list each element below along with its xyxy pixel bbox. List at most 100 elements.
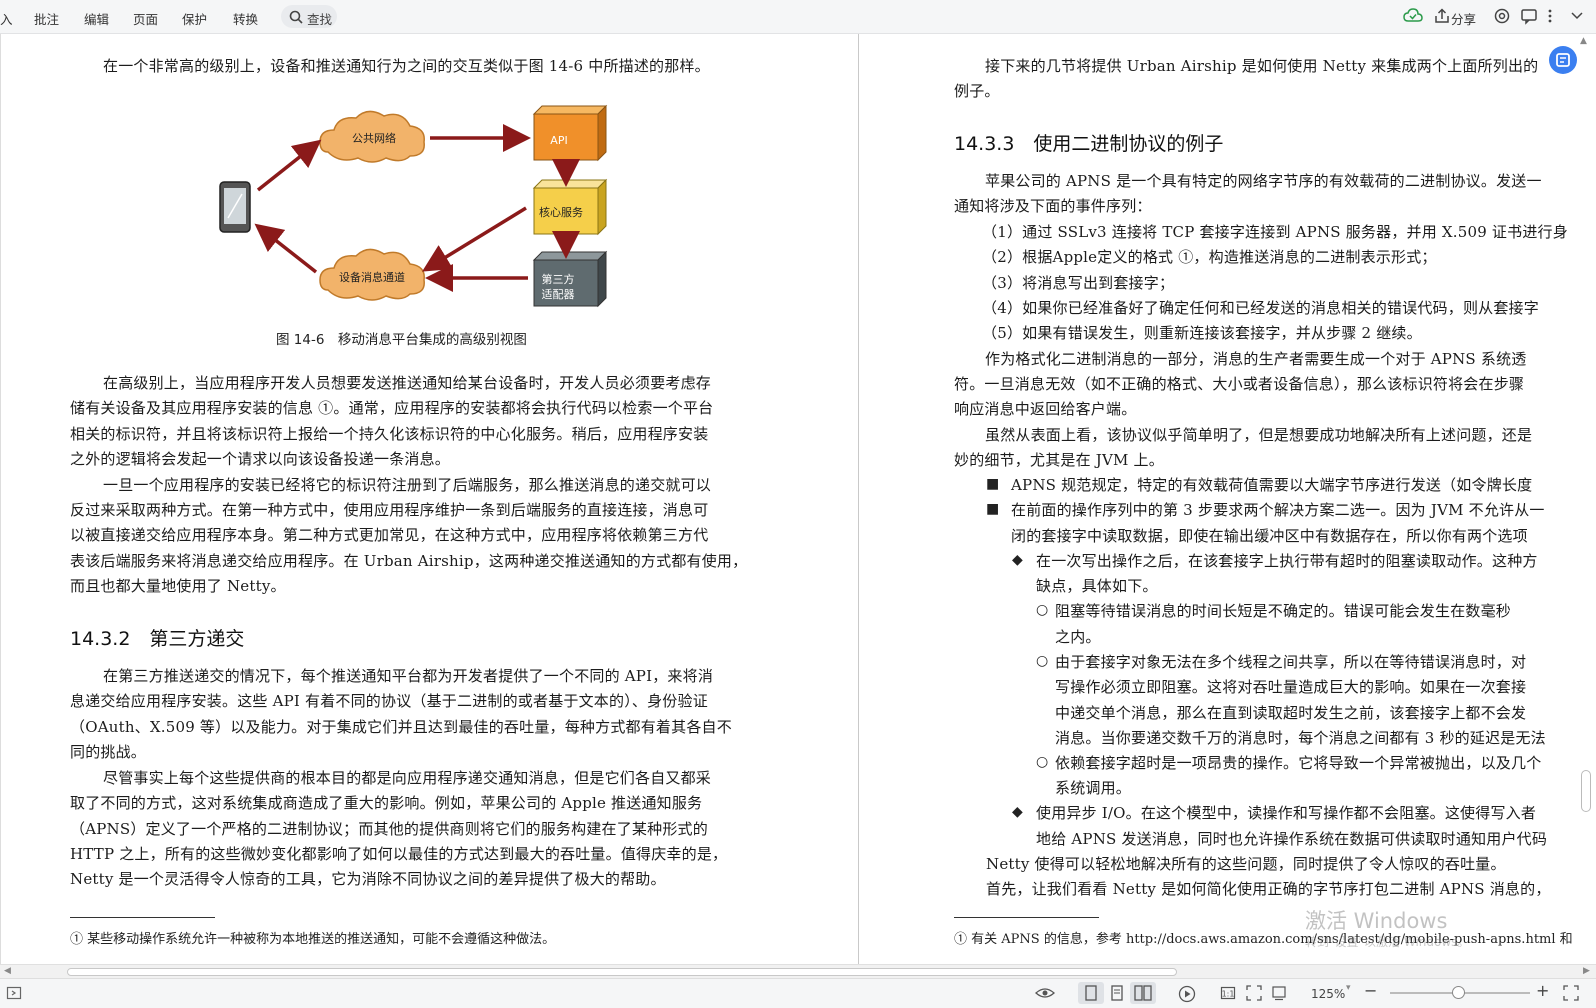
zoom-out-button[interactable]: − (1364, 981, 1377, 1000)
left-para2-line1: 一旦一个应用程序的安装已经将它的标识符注册到了后端服务，那么推送消息的递交就可以 (103, 476, 712, 494)
circle-bullet-icon: ○ (1036, 754, 1049, 770)
right-c2-line1: 由于套接字对象无法在多个线程之间共享，所以在等待错误消息时，对 (1055, 653, 1527, 671)
section-heading-14-3-2: 14.3.2 第三方递交 (70, 628, 245, 650)
zoom-slider-handle[interactable] (1452, 986, 1465, 999)
left-para2-line2: 反过来采取两种方式。在第一种方式中，使用应用程序维护一条到后端服务的直接连接，消… (70, 501, 709, 519)
right-step-4: （4）如果你已经准备好了确定任何和已经发送的消息相关的错误代码，则从套接字 (982, 299, 1539, 317)
scroll-right-arrow-icon[interactable]: ▶ (1583, 966, 1590, 976)
core-service-box: 核心服务 (532, 178, 608, 236)
right-d2-line2: 地给 APNS 发送消息，同时也允许操作系统在数据可供读取时通知用户代码 (1036, 830, 1548, 848)
right-p3-line2: 妙的细节，尤其是在 JVM 上。 (954, 451, 1164, 469)
left-para3-line4: 同的挑战。 (70, 743, 147, 761)
right-p1-line1: 苹果公司的 APNS 是一个具有特定的网络字节序的有效载荷的二进制协议。发送一 (985, 172, 1542, 190)
public-network-cloud: 公共网络 (319, 110, 425, 163)
left-para2-line5: 而且也都大量地使用了 Netty。 (70, 577, 286, 595)
horizontal-scrollbar[interactable]: ◀ ▶ (0, 964, 1596, 978)
search-label: 查找 (307, 12, 333, 27)
diamond-bullet-icon: ◆ (1012, 552, 1023, 568)
menu-protect[interactable]: 保护 (182, 9, 207, 28)
left-para1-line2: 储有关设备及其应用程序安装的信息 ①。通常，应用程序的安装都将会执行代码以检索一… (70, 399, 714, 417)
fit-width-icon[interactable] (1271, 985, 1287, 1004)
continuous-page-view-icon[interactable] (1108, 985, 1126, 1004)
third-party-label-2: 适配器 (542, 288, 575, 301)
right-p5: 首先，让我们看看 Netty 是如何简化使用正确的字节序打包二进制 APNS 消… (986, 880, 1551, 898)
left-para3-line1: 在第三方推送递交的情况下，每个推送通知平台都为开发者提供了一个不同的 API，来… (103, 667, 714, 685)
left-para2-line4: 表该后端服务来将消息递交给应用程序。在 Urban Airship，这两种递交推… (70, 552, 748, 570)
circle-bullet-icon: ○ (1036, 602, 1049, 618)
chevron-down-icon[interactable] (1570, 7, 1584, 28)
activate-windows-hint: 转到"设置"以激活 Windows。 (1305, 935, 1470, 949)
right-p4: Netty 使得可以轻松地解决所有的这些问题，同时提供了令人惊叹的吞吐量。 (986, 855, 1506, 873)
diamond-bullet-icon: ◆ (1012, 804, 1023, 820)
search-box[interactable]: 查找 (281, 5, 337, 28)
toolbar-stub[interactable]: 入 (0, 9, 13, 28)
left-para3-line2: 息递交给应用程序安装。这些 API 有着不同的协议（基于二进制的或者基于文本的）… (70, 692, 708, 710)
actual-size-icon[interactable]: 1:1 (1220, 985, 1236, 1004)
right-step-1: （1）通过 SSLv3 连接将 TCP 套接字连接到 APNS 服务器，并用 X… (982, 223, 1568, 241)
right-b2-line1: 在前面的操作序列中的第 3 步要求两个解决方案二选一。因为 JVM 不允许从一 (1011, 501, 1545, 519)
device-channel-cloud: 设备消息通道 (319, 248, 425, 301)
right-p1-line2: 通知将涉及下面的事件序列： (954, 197, 1152, 215)
assistant-icon (1556, 53, 1570, 67)
api-box: API (532, 104, 608, 162)
sidebar-toggle-icon[interactable] (6, 985, 22, 1004)
cloud-sync-icon[interactable] (1403, 7, 1423, 28)
single-page-view-icon[interactable] (1078, 982, 1104, 1004)
fit-page-icon[interactable] (1246, 985, 1262, 1004)
right-c1-line2: 之内。 (1055, 628, 1101, 646)
right-c1-line1: 阻塞等待错误消息的时间长短是不确定的。错误可能会发生在数毫秒 (1055, 602, 1512, 620)
section-heading-14-3-3: 14.3.3 使用二进制协议的例子 (954, 133, 1224, 155)
diagram-arrows (254, 124, 580, 292)
menu-convert[interactable]: 转换 (233, 9, 258, 28)
vertical-scrollbar-thumb[interactable] (1581, 770, 1591, 812)
menu-annotate[interactable]: 批注 (34, 9, 59, 28)
top-toolbar: 入 批注 编辑 页面 保护 转换 查找 分享 (0, 0, 1596, 34)
third-party-label-1: 第三方 (542, 272, 575, 286)
more-icon[interactable] (1547, 7, 1553, 28)
fullscreen-icon[interactable] (1563, 985, 1579, 1004)
right-intro-line2: 例子。 (954, 82, 1000, 100)
floating-assistant-button[interactable] (1549, 46, 1577, 74)
svg-text:1:1: 1:1 (1222, 990, 1235, 999)
comment-icon[interactable] (1520, 7, 1538, 28)
api-label: API (550, 134, 567, 147)
zoom-level[interactable]: 125% (1311, 987, 1345, 1001)
left-para4-line2: 取了不同的方式，这对系统集成商造成了重大的影响。例如，苹果公司的 Apple 推… (70, 794, 703, 812)
left-para2-line3: 以被直接递交给应用程序本身。第二种方式更加常见，在这种方式中，应用程序将依赖第三… (70, 526, 709, 544)
left-footnote: ① 某些移动操作系统允许一种被称为本地推送的推送通知，可能不会遵循这种做法。 (70, 932, 556, 947)
horizontal-scrollbar-thumb[interactable] (67, 968, 1177, 976)
square-bullet-icon: ■ (986, 476, 1000, 492)
page-divider (858, 34, 859, 964)
right-step-2: （2）根据Apple定义的格式 ①，构造推送消息的二进制表示形式； (982, 248, 1437, 266)
left-para1-line4: 之外的逻辑将会发起一个请求以向该设备投递一条消息。 (70, 450, 451, 468)
figure-caption: 图 14-6 移动消息平台集成的高级别视图 (276, 332, 527, 348)
left-para4-line3: （APNS）定义了一个严格的二进制协议；而其他的提供商则将它们的服务构建在了某种… (70, 820, 708, 838)
share-icon[interactable] (1434, 7, 1450, 28)
zoom-dropdown-icon[interactable]: ▾ (1346, 983, 1351, 993)
right-p2-line2: 符。一旦消息无效（如不正确的格式、大小或者设备信息），那么该标识符将会在步骤 (954, 375, 1525, 393)
menu-edit[interactable]: 编辑 (84, 9, 109, 28)
scroll-up-arrow-icon[interactable]: ▲ (1580, 36, 1587, 46)
left-para4-line1: 尽管事实上每个这些提供商的根本目的都是向应用程序递交通知消息，但是它们各自又都采 (103, 769, 712, 787)
page-left-edge (0, 34, 1, 964)
right-b1: APNS 规范规定，特定的有效载荷值需要以大端字节序进行发送（如令牌长度 (1011, 476, 1533, 494)
menu-page[interactable]: 页面 (133, 9, 158, 28)
left-para1-line3: 相关的标识符，并且将该标识符上报给一个持久化该标识符的中心化服务。稍后，应用程序… (70, 425, 709, 443)
scroll-left-arrow-icon[interactable]: ◀ (4, 966, 11, 976)
settings-icon[interactable] (1493, 7, 1511, 28)
right-c2-line4: 消息。当你要递交数千万的消息时，每个消息之间都有 3 秒的延迟是无法 (1055, 729, 1546, 747)
activate-windows-watermark: 激活 Windows (1305, 909, 1448, 933)
right-d2-line1: 使用异步 I/O。在这个模型中，读操作和写操作都不会阻塞。这使得写入者 (1036, 804, 1537, 822)
right-d1-line1: 在一次写出操作之后，在该套接字上执行带有超时的阻塞读取动作。这种方 (1036, 552, 1538, 570)
play-icon[interactable] (1178, 985, 1196, 1006)
two-page-view-icon[interactable] (1130, 982, 1156, 1004)
right-step-3: （3）将消息写出到套接字； (982, 274, 1175, 292)
zoom-in-button[interactable]: + (1536, 981, 1549, 1000)
right-c2-line2: 写操作必须立即阻塞。这将对吞吐量造成巨大的影响。如果在一次套接 (1055, 678, 1527, 696)
left-para3-line3: （OAuth、X.509 等）以及能力。对于集成它们并且达到最佳的吞吐量，每种方… (70, 718, 732, 736)
public-network-label: 公共网络 (352, 131, 396, 145)
search-icon (289, 10, 303, 24)
eye-protection-icon[interactable] (1035, 985, 1055, 1004)
share-label[interactable]: 分享 (1451, 9, 1476, 28)
right-d1-line2: 缺点，具体如下。 (1036, 577, 1158, 595)
